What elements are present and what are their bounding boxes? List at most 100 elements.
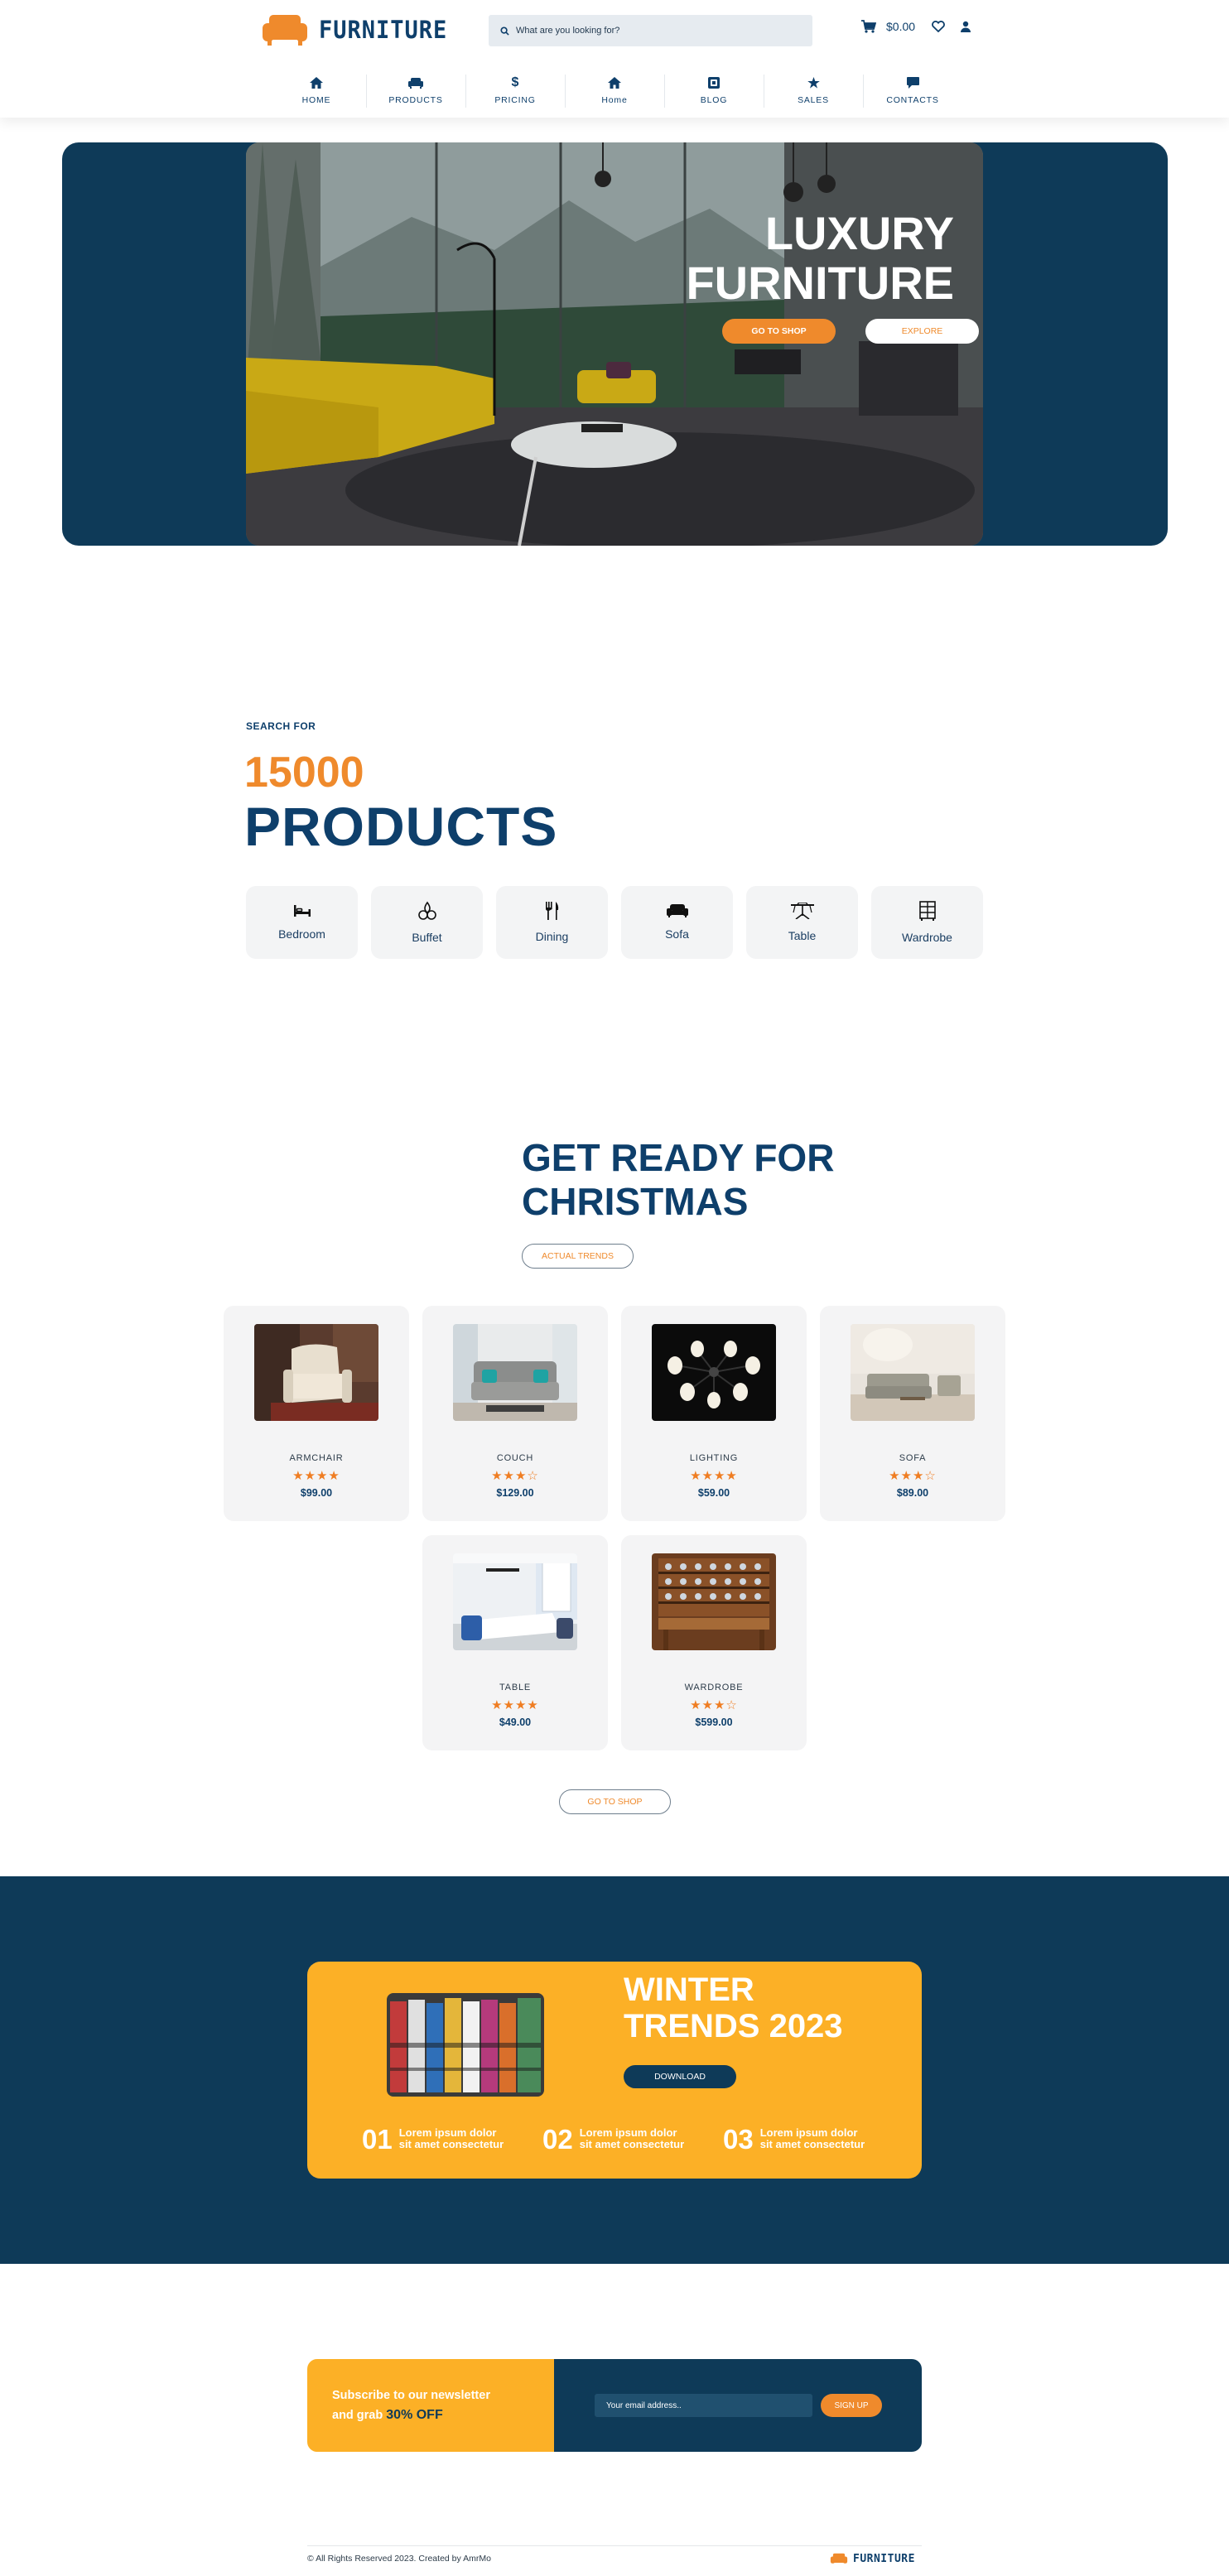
product-name: TABLE (499, 1683, 532, 1692)
newsletter-promo: Subscribe to our newsletter and grab 30%… (307, 2359, 554, 2452)
home-icon (608, 77, 621, 89)
sign-up-button[interactable]: SIGN UP (821, 2394, 882, 2417)
hero-title-line2: FURNITURE (686, 257, 954, 309)
nav-pricing[interactable]: $ PRICING (465, 71, 565, 111)
blog-icon (708, 77, 720, 89)
product-card[interactable]: TABLE ★★★★ $49.00 (422, 1535, 608, 1750)
nav-label: SALES (798, 95, 829, 105)
product-image-sofa (851, 1324, 975, 1421)
category-label: Dining (535, 930, 569, 943)
product-card[interactable]: COUCH ★★★☆ $129.00 (422, 1306, 608, 1521)
product-image-wardrobe (652, 1553, 776, 1650)
products-count: 15000 (244, 749, 364, 797)
category-dining[interactable]: Dining (496, 886, 608, 959)
sofa-logo-icon (263, 15, 307, 46)
magazines-image (387, 1993, 544, 2097)
winter-title-line1: WINTER (624, 1972, 754, 2008)
product-card[interactable]: LIGHTING ★★★★ $59.00 (621, 1306, 807, 1521)
category-label: Buffet (412, 931, 442, 944)
nav-label: PRICING (494, 95, 536, 105)
trend-step: 03 Lorem ipsum dolor sit amet consectetu… (723, 2126, 868, 2154)
lighting-illustration (652, 1324, 776, 1421)
product-image-table (453, 1553, 577, 1650)
product-rating-stars: ★★★★ (292, 1469, 340, 1483)
category-label: Table (788, 929, 817, 942)
dollar-icon: $ (511, 75, 519, 89)
category-sofa[interactable]: Sofa (621, 886, 733, 959)
cart-amount[interactable]: $0.00 (886, 20, 915, 33)
download-button[interactable]: DOWNLOAD (624, 2065, 736, 2088)
nav-products[interactable]: PRODUCTS (366, 71, 465, 111)
footer-logo[interactable]: FURNITURE (830, 2553, 915, 2565)
search-bar[interactable] (489, 15, 812, 46)
step-number: 03 (723, 2124, 754, 2155)
product-rating-stars: ★★★☆ (491, 1469, 539, 1483)
couch-illustration (453, 1324, 577, 1421)
wardrobe-illustration (652, 1553, 776, 1650)
heart-icon[interactable] (932, 21, 945, 32)
product-name: WARDROBE (684, 1683, 744, 1692)
footer-brand-name: FURNITURE (853, 2553, 915, 2565)
nav-label: Home (601, 95, 628, 105)
hero-title: LUXURY FURNITURE (686, 209, 954, 308)
product-card[interactable]: WARDROBE ★★★☆ $599.00 (621, 1535, 807, 1750)
category-wardrobe[interactable]: Wardrobe (871, 886, 983, 959)
products-heading: PRODUCTS (244, 796, 558, 857)
step-text: Lorem ipsum dolor sit amet consectetur (759, 2126, 865, 2150)
table-illustration (453, 1553, 577, 1650)
category-label: Sofa (665, 927, 689, 941)
user-icon[interactable] (960, 21, 971, 32)
product-rating-stars: ★★★☆ (889, 1469, 937, 1483)
product-card[interactable]: ARMCHAIR ★★★★ $99.00 (224, 1306, 409, 1521)
go-to-shop-button[interactable]: GO TO SHOP (722, 319, 836, 344)
category-table[interactable]: Table (746, 886, 858, 959)
nav-home[interactable]: HOME (267, 71, 366, 111)
email-field[interactable] (595, 2394, 812, 2417)
step-number: 01 (362, 2124, 393, 2155)
category-label: Wardrobe (902, 931, 952, 944)
hero-title-line1: LUXURY (764, 207, 954, 259)
nav-contacts[interactable]: CONTACTS (863, 71, 962, 111)
newsletter-line2: and grab 30% OFF (332, 2405, 529, 2425)
explore-button[interactable]: EXPLORE (865, 319, 979, 344)
nav-label: HOME (301, 95, 331, 105)
search-kicker: SEARCH FOR (246, 720, 316, 732)
step-text: Lorem ipsum dolor sit amet consectetur (398, 2126, 504, 2150)
nav-home-secondary[interactable]: Home (565, 71, 664, 111)
nav-label: BLOG (700, 95, 728, 105)
brand-logo[interactable]: FURNITURE (261, 13, 447, 46)
christmas-heading: GET READY FOR CHRISTMAS (522, 1136, 834, 1224)
christmas-heading-line1: GET READY FOR (522, 1136, 835, 1179)
go-to-shop-button-secondary[interactable]: GO TO SHOP (559, 1789, 671, 1814)
star-icon (807, 77, 820, 89)
product-image-armchair (254, 1324, 378, 1421)
buffet-icon (417, 901, 436, 920)
product-card[interactable]: SOFA ★★★☆ $89.00 (820, 1306, 1005, 1521)
step-text: Lorem ipsum dolor sit amet consectetur (579, 2126, 685, 2150)
product-name: ARMCHAIR (289, 1453, 344, 1463)
trend-step: 02 Lorem ipsum dolor sit amet consectetu… (542, 2126, 687, 2154)
winter-trends-heading: WINTER TRENDS 2023 (624, 1972, 843, 2044)
cart-icon[interactable] (861, 20, 876, 33)
search-input[interactable] (516, 26, 798, 36)
brand-name: FURNITURE (319, 15, 448, 45)
newsletter-line1: Subscribe to our newsletter (332, 2389, 490, 2402)
category-bedroom[interactable]: Bedroom (246, 886, 358, 959)
wardrobe-icon (918, 901, 936, 921)
winter-title-line2: TRENDS 2023 (624, 2008, 843, 2044)
actual-trends-button[interactable]: ACTUAL TRENDS (522, 1244, 634, 1269)
search-icon (500, 26, 509, 36)
main-nav: HOME PRODUCTS $ PRICING Home BLOG SALES … (267, 71, 962, 111)
home-icon (310, 77, 323, 89)
nav-sales[interactable]: SALES (764, 71, 863, 111)
sofa-icon (408, 77, 423, 89)
nav-blog[interactable]: BLOG (664, 71, 764, 111)
product-image-couch (453, 1324, 577, 1421)
newsletter-line2-prefix: and grab (332, 2409, 383, 2422)
trend-step: 01 Lorem ipsum dolor sit amet consectetu… (362, 2126, 507, 2154)
category-list: Bedroom Buffet Dining Sofa Table Wardrob… (246, 886, 983, 959)
product-name: LIGHTING (689, 1453, 739, 1463)
category-buffet[interactable]: Buffet (371, 886, 483, 959)
footer-copyright: © All Rights Reserved 2023. Created by A… (307, 2554, 491, 2564)
table-icon (790, 903, 814, 919)
